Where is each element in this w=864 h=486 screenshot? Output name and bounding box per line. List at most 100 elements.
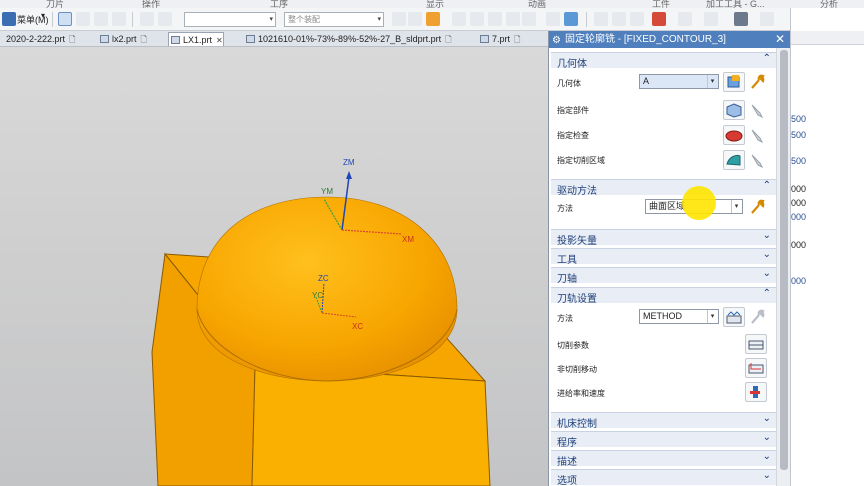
chevron-down-icon: ⌄ [762, 268, 771, 279]
align-icon[interactable] [158, 12, 172, 26]
flashlight-icon[interactable] [749, 126, 765, 144]
specify-part-label: 指定部件 [557, 106, 589, 115]
non-cut-moves-button[interactable] [745, 358, 767, 378]
gear-icon: ⚙ [552, 35, 561, 46]
chevron-down-icon: ⌄ [762, 432, 771, 443]
section-machine-control-header[interactable]: 机床控制 ⌄ [551, 412, 777, 430]
selection-icon[interactable] [112, 12, 126, 26]
geometry-icon [727, 75, 740, 88]
non-cut-moves-label: 非切削移动 [557, 365, 597, 374]
section-tool-header[interactable]: 工具 ⌄ [551, 248, 777, 266]
feature-icon[interactable] [426, 12, 440, 26]
tab-lx1[interactable]: LX1.prt ✕ [168, 32, 224, 46]
flashlight-icon[interactable] [749, 101, 765, 119]
path-method-select[interactable]: METHOD ▾ [639, 309, 719, 324]
specify-check-button[interactable] [723, 125, 745, 145]
method-icon [726, 311, 742, 324]
section-geometry-header[interactable]: 几何体 ⌃ [551, 52, 777, 70]
geometry-select[interactable]: A ▾ [639, 74, 719, 89]
specify-cut-area-button[interactable] [723, 150, 745, 170]
operation-navigator-clipped: 500 500 500 000 000 000 000 000 [790, 8, 864, 486]
ribbon-label[interactable]: 分析 [820, 0, 838, 8]
section-drive-method-header[interactable]: 驱动方法 ⌃ [551, 179, 777, 197]
tab-7[interactable]: 7.prt 🗋 [478, 32, 520, 46]
modified-icon: 🗋 [445, 35, 452, 44]
chevron-down-icon[interactable]: ▾ [41, 11, 45, 26]
navigator-value: 500 [791, 114, 807, 124]
ribbon-label[interactable]: 刀片 [46, 0, 64, 8]
dialog-title-bar[interactable]: ⚙ 固定轮廓铣 - [FIXED_CONTOUR_3] ✕ [549, 31, 791, 48]
tab-1021610[interactable]: 1021610-01%-73%-89%-52%-27_B_sldprt.prt 🗋 [244, 32, 452, 46]
snap-icon[interactable] [76, 12, 90, 26]
block-front-face[interactable] [251, 365, 491, 486]
select-filter-icon[interactable] [58, 12, 72, 26]
wrench-icon[interactable] [749, 198, 765, 216]
navigator-value: 000 [791, 198, 807, 208]
display-icon[interactable] [704, 12, 718, 26]
options-icon[interactable] [760, 12, 774, 26]
close-icon[interactable]: ✕ [775, 31, 785, 48]
layer-icon[interactable] [678, 12, 692, 26]
hemisphere-part[interactable] [196, 196, 458, 382]
assembly-scope-select[interactable]: 整个装配 ▾ [284, 12, 384, 27]
fit-icon[interactable] [612, 12, 626, 26]
shading-icon[interactable] [734, 12, 748, 26]
dialog-scrollbar[interactable] [776, 48, 790, 486]
ribbon-label[interactable]: 工序 [270, 0, 288, 8]
circle-icon[interactable] [488, 12, 502, 26]
navigator-value: 000 [791, 212, 807, 222]
flashlight-icon[interactable] [749, 151, 765, 169]
view-icon[interactable] [594, 12, 608, 26]
feeds-speeds-button[interactable] [745, 382, 767, 402]
feeds-speeds-icon [750, 386, 760, 398]
tab-lx2[interactable]: lx2.prt 🗋 [98, 32, 147, 46]
section-program-header[interactable]: 程序 ⌄ [551, 431, 777, 449]
snap-point-icon[interactable] [94, 12, 108, 26]
ribbon-label[interactable]: 工件 [652, 0, 670, 8]
section-projection-vector-header[interactable]: 投影矢量 ⌄ [551, 229, 777, 247]
cut-params-icon [748, 340, 764, 350]
close-icon[interactable]: ✕ [216, 36, 223, 45]
view-cube-icon[interactable] [564, 12, 578, 26]
ym-axis-label: YM [321, 187, 333, 196]
cube-icon[interactable] [546, 12, 560, 26]
box-icon[interactable] [522, 12, 536, 26]
scrollbar-thumb[interactable] [780, 50, 788, 470]
specify-part-button[interactable] [723, 100, 745, 120]
section-path-settings-header[interactable]: 刀轨设置 ⌃ [551, 287, 777, 305]
model-canvas[interactable]: ZM YM XM ZC YC XC [0, 47, 548, 486]
separator [132, 12, 133, 27]
menu-icon[interactable] [2, 12, 16, 26]
ribbon-label[interactable]: 显示 [426, 0, 444, 8]
section-description-header[interactable]: 描述 ⌄ [551, 450, 777, 468]
navigator-value: 500 [791, 156, 807, 166]
navigator-value: 000 [791, 276, 807, 286]
modified-icon: 🗋 [69, 35, 76, 44]
cut-params-button[interactable] [745, 334, 767, 354]
tab-2020-2-222[interactable]: 2020-2-222.prt 🗋 [0, 32, 75, 46]
new-geometry-button[interactable] [723, 72, 745, 92]
dot-icon[interactable] [506, 12, 520, 26]
document-tab-bar: 2020-2-222.prt 🗋 lx2.prt 🗋 LX1.prt ✕ 102161… [0, 31, 548, 47]
part-icon [246, 35, 255, 43]
graphics-viewport[interactable]: ZM YM XM ZC YC XC [0, 47, 548, 486]
zoom-icon[interactable] [630, 12, 644, 26]
chevron-up-icon: ⌃ [762, 180, 771, 191]
grid-icon[interactable] [140, 12, 154, 26]
wrench-icon[interactable] [749, 73, 765, 91]
line-icon[interactable] [470, 12, 484, 26]
zc-axis-label: ZC [318, 274, 329, 283]
ribbon-label[interactable]: 动画 [528, 0, 546, 8]
type-filter-select[interactable]: ▾ [184, 12, 276, 27]
edit-method-button[interactable] [723, 307, 745, 327]
section-tool-axis-header[interactable]: 刀轴 ⌄ [551, 267, 777, 285]
point-icon[interactable] [408, 12, 422, 26]
plus-icon[interactable] [452, 12, 466, 26]
ribbon-label[interactable]: 加工工具 - G... [706, 0, 765, 8]
point-snap-icon[interactable] [392, 12, 406, 26]
wrench-icon[interactable] [749, 308, 765, 326]
section-icon[interactable] [652, 12, 666, 26]
ribbon-label[interactable]: 操作 [142, 0, 160, 8]
section-options-header[interactable]: 选项 ⌄ [551, 469, 777, 486]
part-cube-icon [726, 103, 742, 118]
